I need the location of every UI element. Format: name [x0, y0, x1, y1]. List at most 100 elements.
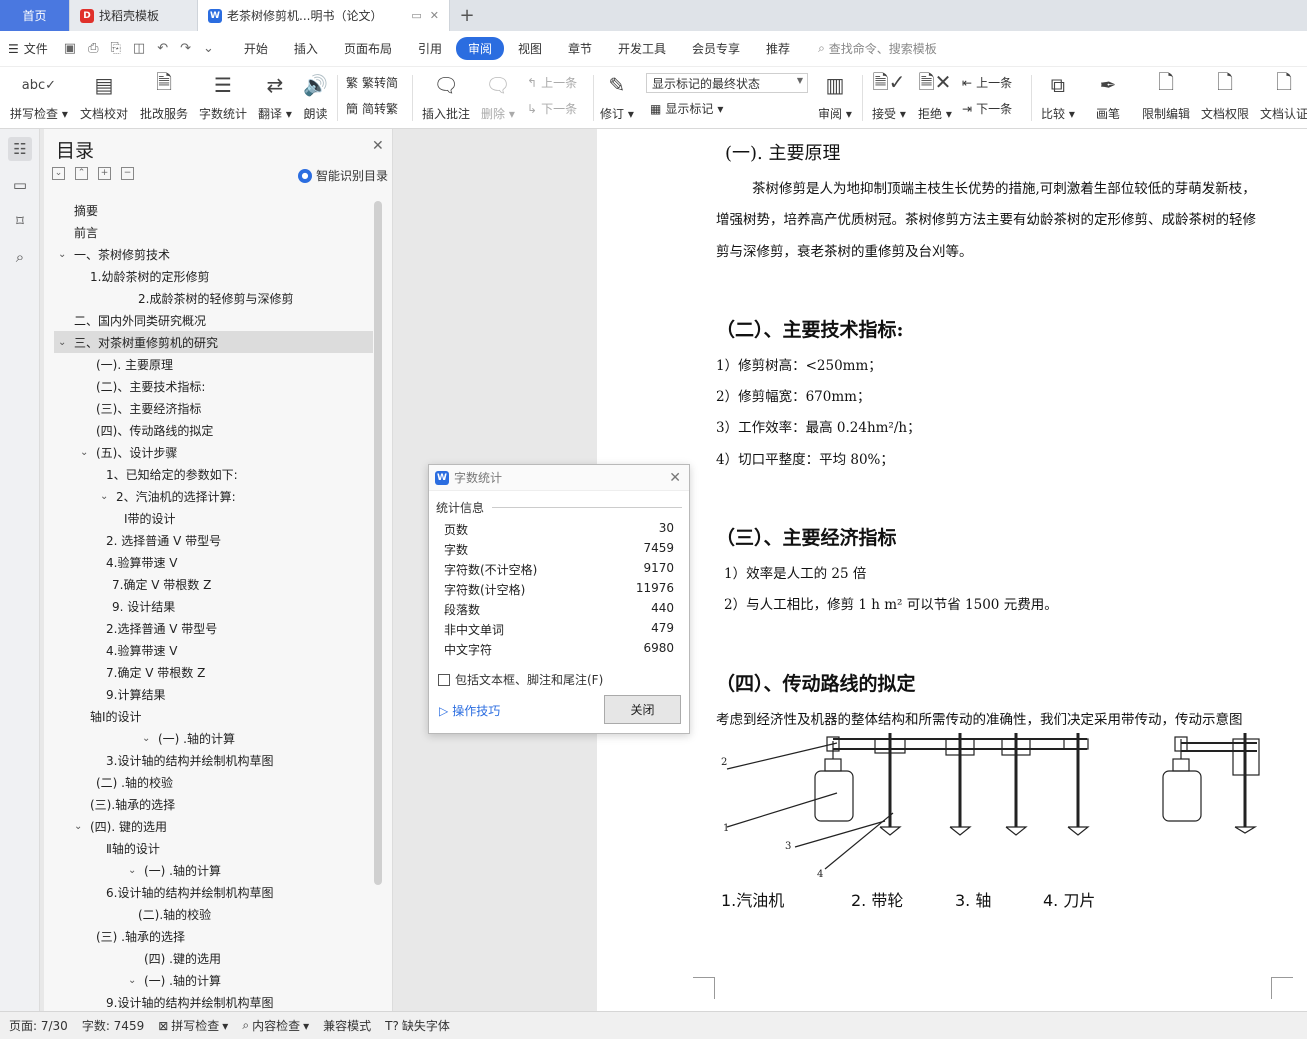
menu-member[interactable]: 会员专享 — [680, 37, 752, 60]
toc-item[interactable]: ⌄ (一) .轴的计算 — [54, 969, 373, 991]
bookmark-icon[interactable]: ⌑ — [8, 209, 32, 233]
remove-heading-icon[interactable]: − — [121, 167, 134, 180]
word-count-button[interactable]: ☰ 字数统计 — [199, 71, 247, 122]
new-tab-button[interactable]: + — [450, 0, 484, 31]
menu-section[interactable]: 章节 — [556, 37, 604, 60]
show-markup-button[interactable]: ▦ 显示标记 ▾ — [650, 100, 723, 117]
prev-change-button[interactable]: ⇤ 上一条 — [962, 74, 1012, 91]
translate-button[interactable]: ⇄ 翻译 ▾ — [258, 71, 292, 122]
chevron-down-icon[interactable]: ⌄ — [58, 249, 66, 260]
save-icon[interactable]: ▣ — [64, 41, 76, 56]
add-heading-icon[interactable]: + — [98, 167, 111, 180]
toc-item[interactable]: Ⅱ轴的设计 — [54, 837, 373, 859]
toc-item[interactable]: 9. 设计结果 — [54, 595, 373, 617]
accept-button[interactable]: 🗎✓ 接受 ▾ — [872, 70, 906, 122]
insert-comment-button[interactable]: 🗨 插入批注 — [422, 71, 470, 122]
file-menu[interactable]: ☰ 文件 — [8, 40, 48, 57]
next-comment-button[interactable]: ↳ 下一条 — [527, 100, 577, 117]
toc-scrollbar[interactable] — [374, 201, 382, 885]
include-textbox-checkbox[interactable]: 包括文本框、脚注和尾注(F) — [438, 671, 603, 688]
redo-icon[interactable]: ↷ — [180, 41, 191, 56]
doc-cert-button[interactable]: 🗋 文档认证 — [1260, 70, 1307, 122]
next-change-button[interactable]: ⇥ 下一条 — [962, 100, 1012, 117]
more-icon[interactable]: ⌄ — [203, 41, 214, 56]
toc-item[interactable]: ⌄ 2、汽油机的选择计算: — [54, 485, 373, 507]
toc-item[interactable]: 前言 — [54, 221, 373, 243]
markup-state-select[interactable]: 显示标记的最终状态 ▼ — [646, 73, 808, 93]
doc-proof-button[interactable]: ▤ 文档校对 — [80, 71, 128, 122]
pen-button[interactable]: ✒ 画笔 — [1096, 71, 1120, 122]
command-search[interactable]: ⌕ 查找命令、搜索模板 — [818, 40, 937, 57]
toc-item[interactable]: (四) .键的选用 — [54, 947, 373, 969]
toc-item[interactable]: 2.选择普通 V 带型号 — [54, 617, 373, 639]
proof-service-button[interactable]: 🗎 批改服务 — [140, 70, 188, 122]
trad-to-simp-button[interactable]: 繁繁转简 — [346, 74, 398, 91]
tab-close-icon[interactable]: ✕ — [430, 9, 439, 22]
toc-item[interactable]: 9.设计轴的结构并绘制机构草图 — [54, 991, 373, 1013]
export-pdf-icon[interactable]: ⎙ — [88, 41, 98, 56]
review-pane-button[interactable]: ▥ 审阅 ▾ — [818, 71, 852, 122]
read-aloud-button[interactable]: 🔊 朗读 — [303, 71, 328, 122]
toc-item[interactable]: ⌄ (五)、设计步骤 — [54, 441, 373, 463]
toc-item[interactable]: 6.设计轴的结构并绘制机构草图 — [54, 881, 373, 903]
tab-templates[interactable]: D 找稻壳模板 — [70, 0, 198, 31]
tab-home[interactable]: 首页 — [0, 0, 70, 31]
prev-comment-button[interactable]: ↰ 上一条 — [527, 74, 577, 91]
menu-view[interactable]: 视图 — [506, 37, 554, 60]
toc-item[interactable]: (二) .轴的校验 — [54, 771, 373, 793]
track-changes-button[interactable]: ✎ 修订 ▾ — [600, 71, 634, 122]
search-icon[interactable]: ⌕ — [8, 245, 32, 269]
toc-item[interactable]: 轴Ⅰ的设计 — [54, 705, 373, 727]
chapter-nav-icon[interactable]: ▭ — [8, 173, 32, 197]
tab-pin-icon[interactable]: ▭ — [411, 9, 421, 22]
toc-item[interactable]: ⌄ (四). 键的选用 — [54, 815, 373, 837]
toc-item[interactable]: 3.设计轴的结构并绘制机构草图 — [54, 749, 373, 771]
page-indicator[interactable]: 页面: 7/30 — [9, 1017, 68, 1034]
content-check-status[interactable]: ⌕ 内容检查 ▾ — [242, 1017, 309, 1034]
spell-check-status[interactable]: ⊠ 拼写检查 ▾ — [158, 1017, 228, 1034]
undo-icon[interactable]: ↶ — [157, 41, 168, 56]
collapse-all-icon[interactable]: ⌄ — [52, 167, 65, 180]
toc-item[interactable]: 4.验算带速 V — [54, 639, 373, 661]
chevron-down-icon[interactable]: ⌄ — [128, 975, 136, 986]
toc-item[interactable]: ⌄ (一) .轴的计算 — [54, 727, 373, 749]
menu-references[interactable]: 引用 — [406, 37, 454, 60]
chevron-down-icon[interactable]: ⌄ — [58, 337, 66, 348]
word-count-indicator[interactable]: 字数: 7459 — [82, 1017, 144, 1034]
toc-item[interactable]: 4.验算带速 V — [54, 551, 373, 573]
toc-item[interactable]: (三) .轴承的选择 — [54, 925, 373, 947]
simp-to-trad-button[interactable]: 簡简转繁 — [346, 100, 398, 117]
menu-review[interactable]: 审阅 — [455, 37, 504, 60]
missing-font-status[interactable]: T? 缺失字体 — [385, 1017, 450, 1034]
toc-item[interactable]: 1、已知给定的参数如下: — [54, 463, 373, 485]
dialog-close-button[interactable]: 关闭 — [604, 695, 681, 724]
close-icon[interactable]: ✕ — [372, 138, 384, 154]
restrict-edit-button[interactable]: 🗋 限制编辑 — [1142, 70, 1190, 122]
chevron-down-icon[interactable]: ⌄ — [128, 865, 136, 876]
toc-item[interactable]: (二)、主要技术指标: — [54, 375, 373, 397]
toc-item[interactable]: (四)、传动路线的拟定 — [54, 419, 373, 441]
menu-insert[interactable]: 插入 — [282, 37, 330, 60]
toc-item[interactable]: 7.确定 V 带根数 Z — [54, 661, 373, 683]
menu-recommend[interactable]: 推荐 — [754, 37, 802, 60]
menu-home[interactable]: 开始 — [232, 37, 280, 60]
toc-item[interactable]: (三).轴承的选择 — [54, 793, 373, 815]
toc-item[interactable]: 摘要 — [54, 199, 373, 221]
delete-comment-button[interactable]: 🗨 删除 ▾ — [481, 71, 515, 122]
compare-button[interactable]: ⧉ 比较 ▾ — [1041, 71, 1075, 122]
menu-developer[interactable]: 开发工具 — [606, 37, 678, 60]
toc-item[interactable]: 二、国内外同类研究概况 — [54, 309, 373, 331]
chevron-down-icon[interactable]: ⌄ — [74, 821, 82, 832]
toc-item[interactable]: (三)、主要经济指标 — [54, 397, 373, 419]
toc-item[interactable]: 2.成龄茶树的轻修剪与深修剪 — [54, 287, 373, 309]
tips-link[interactable]: ▷ 操作技巧 — [439, 702, 500, 719]
print-icon[interactable]: ⎘ — [110, 41, 120, 56]
spell-check-button[interactable]: abc✓ 拼写检查 ▾ — [10, 71, 68, 122]
document-page[interactable]: (一). 主要原理 茶树修剪是人为地抑制顶端主枝生长优势的措施,可刺激着生部位较… — [597, 129, 1307, 1011]
toc-panel-icon[interactable]: ☷ — [8, 137, 32, 161]
toc-item[interactable]: ⌄ 三、对茶树重修剪机的研究 — [54, 331, 373, 353]
reject-button[interactable]: 🗎✕ 拒绝 ▾ — [918, 70, 952, 122]
tab-document[interactable]: W 老茶树修剪机...明书（论文） ▭ ✕ — [198, 0, 450, 31]
toc-item[interactable]: 2. 选择普通 V 带型号 — [54, 529, 373, 551]
print-preview-icon[interactable]: ◫ — [133, 41, 145, 56]
